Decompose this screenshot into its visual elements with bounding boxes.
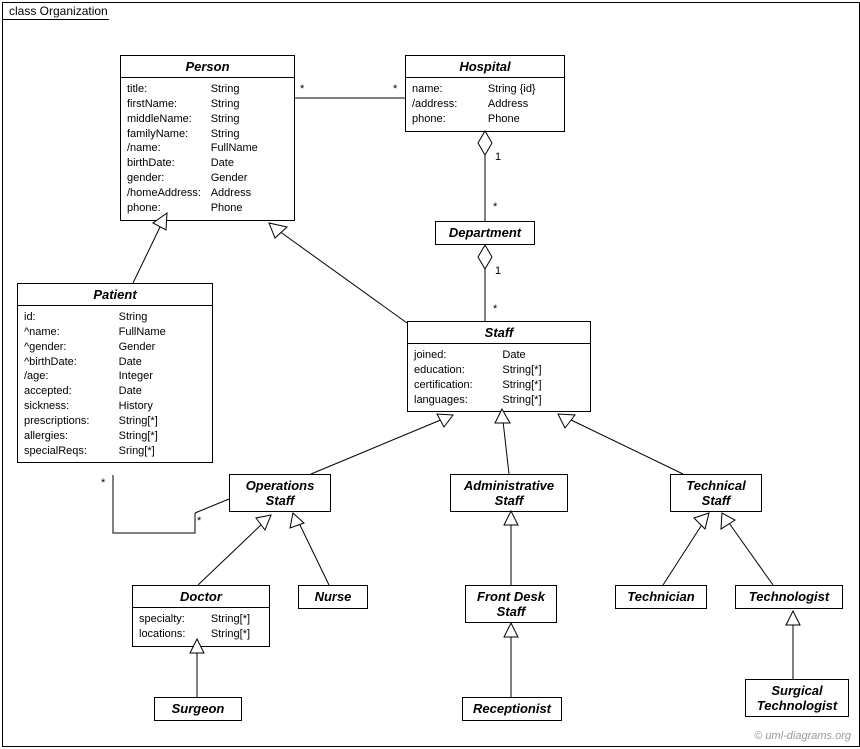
class-patient: Patient id:String^name:FullName^gender:G… [17, 283, 213, 463]
class-front-desk-staff: Front Desk Staff [465, 585, 557, 623]
attr-row: ^name:FullName [24, 325, 206, 340]
class-patient-title: Patient [18, 284, 212, 306]
attr-row: familyName:String [127, 127, 288, 142]
class-department: Department [435, 221, 535, 245]
class-administrative-staff-title: Administrative Staff [451, 475, 567, 511]
class-surgeon: Surgeon [154, 697, 242, 721]
frame-title: class Organization [2, 2, 119, 20]
class-department-title: Department [436, 222, 534, 243]
class-technologist-title: Technologist [736, 586, 842, 607]
attr-row: /address:Address [412, 97, 558, 112]
class-technologist: Technologist [735, 585, 843, 609]
attr-row: name:String {id} [412, 82, 558, 97]
mult-dept-staff-star: * [493, 303, 497, 315]
mult-patient-ops-left: * [101, 477, 105, 489]
attr-row: /homeAddress:Address [127, 186, 288, 201]
class-staff-body: joined:Dateeducation:String[*]certificat… [408, 344, 590, 411]
class-administrative-staff: Administrative Staff [450, 474, 568, 512]
mult-person-hospital-right: * [393, 83, 397, 95]
class-nurse: Nurse [298, 585, 368, 609]
class-hospital: Hospital name:String {id}/address:Addres… [405, 55, 565, 132]
class-surgical-technologist-title: Surgical Technologist [746, 680, 848, 716]
attr-row: prescriptions:String[*] [24, 414, 206, 429]
class-technical-staff: Technical Staff [670, 474, 762, 512]
attr-row: firstName:String [127, 97, 288, 112]
mult-person-hospital-left: * [300, 83, 304, 95]
mult-hospital-dept-star: * [493, 201, 497, 213]
attr-row: specialty:String[*] [139, 612, 263, 627]
class-receptionist-title: Receptionist [463, 698, 561, 719]
attr-row: specialReqs:Sring[*] [24, 444, 206, 459]
attr-row: birthDate:Date [127, 156, 288, 171]
attr-row: ^gender:Gender [24, 340, 206, 355]
mult-patient-ops-right: * [197, 515, 201, 527]
attr-row: sickness:History [24, 399, 206, 414]
attr-row: joined:Date [414, 348, 584, 363]
class-hospital-title: Hospital [406, 56, 564, 78]
class-staff-title: Staff [408, 322, 590, 344]
class-operations-staff-title: Operations Staff [230, 475, 330, 511]
attr-row: id:String [24, 310, 206, 325]
class-nurse-title: Nurse [299, 586, 367, 607]
class-person-body: title:StringfirstName:StringmiddleName:S… [121, 78, 294, 220]
class-surgeon-title: Surgeon [155, 698, 241, 719]
attr-row: education:String[*] [414, 363, 584, 378]
class-staff: Staff joined:Dateeducation:String[*]cert… [407, 321, 591, 412]
class-doctor: Doctor specialty:String[*]locations:Stri… [132, 585, 270, 647]
attr-row: phone:Phone [127, 201, 288, 216]
mult-hospital-dept-1: 1 [495, 151, 501, 163]
attr-row: accepted:Date [24, 384, 206, 399]
attr-row: gender:Gender [127, 171, 288, 186]
watermark: © uml-diagrams.org [754, 730, 851, 742]
attr-row: allergies:String[*] [24, 429, 206, 444]
mult-dept-staff-1: 1 [495, 265, 501, 277]
diagram-frame: class Organization Person title:Stringfi… [2, 2, 860, 747]
attr-row: locations:String[*] [139, 627, 263, 642]
attr-row: /name:FullName [127, 141, 288, 156]
class-receptionist: Receptionist [462, 697, 562, 721]
class-technician: Technician [615, 585, 707, 609]
class-hospital-body: name:String {id}/address:Addressphone:Ph… [406, 78, 564, 131]
attr-row: ^birthDate:Date [24, 355, 206, 370]
class-technician-title: Technician [616, 586, 706, 607]
class-doctor-title: Doctor [133, 586, 269, 608]
class-front-desk-staff-title: Front Desk Staff [466, 586, 556, 622]
attr-row: phone:Phone [412, 112, 558, 127]
class-technical-staff-title: Technical Staff [671, 475, 761, 511]
class-person-title: Person [121, 56, 294, 78]
class-operations-staff: Operations Staff [229, 474, 331, 512]
class-person: Person title:StringfirstName:Stringmiddl… [120, 55, 295, 221]
attr-row: certification:String[*] [414, 378, 584, 393]
class-surgical-technologist: Surgical Technologist [745, 679, 849, 717]
attr-row: languages:String[*] [414, 393, 584, 408]
attr-row: middleName:String [127, 112, 288, 127]
attr-row: title:String [127, 82, 288, 97]
attr-row: /age:Integer [24, 369, 206, 384]
class-patient-body: id:String^name:FullName^gender:Gender^bi… [18, 306, 212, 462]
class-doctor-body: specialty:String[*]locations:String[*] [133, 608, 269, 646]
